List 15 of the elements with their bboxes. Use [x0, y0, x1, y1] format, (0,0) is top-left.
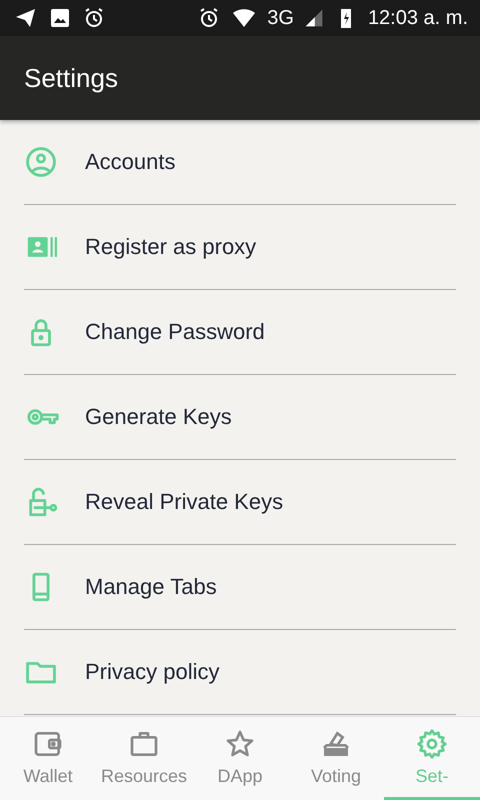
settings-item[interactable]: Reveal Private Keys	[85, 489, 284, 515]
clock: 12:03 a. m.	[368, 6, 468, 30]
star-icon	[224, 728, 256, 760]
settings-item[interactable]: Change Password	[85, 319, 265, 345]
settings-item[interactable]: Privacy policy	[85, 659, 220, 685]
signal-icon	[304, 8, 324, 28]
image-icon	[48, 6, 72, 30]
screen-title: Settings	[24, 62, 118, 94]
network-type: 3G	[267, 6, 294, 30]
settings-item[interactable]: Generate Keys	[85, 404, 232, 430]
settings-item[interactable]: Manage Tabs	[85, 574, 217, 600]
settings-icon	[416, 728, 448, 760]
user-circle-icon	[24, 145, 58, 179]
settings-item[interactable]: Register as proxy	[85, 234, 256, 260]
settings-item[interactable]: Accounts	[85, 149, 176, 175]
